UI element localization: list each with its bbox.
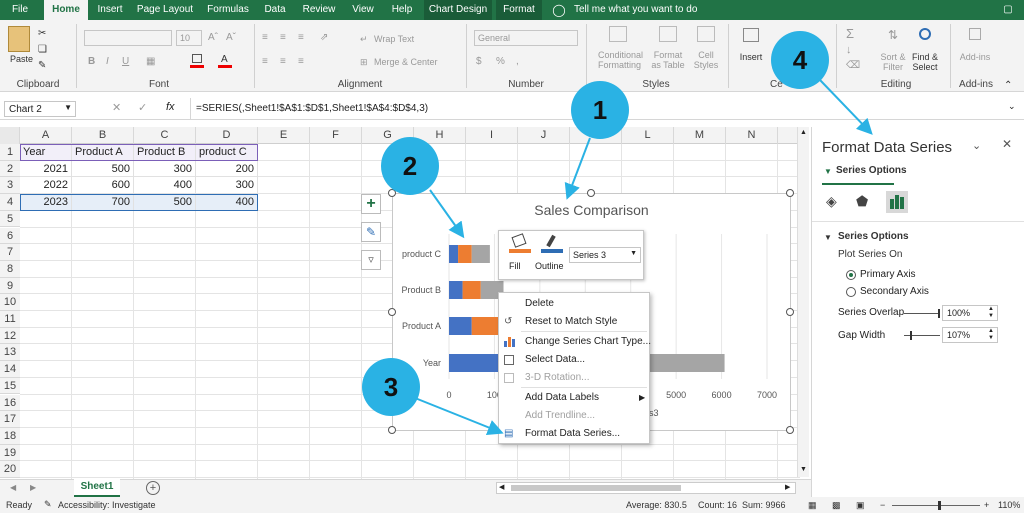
callout-arrows: [414, 79, 873, 435]
callout-arrow: [429, 189, 465, 239]
callout-badge: 1: [571, 81, 629, 139]
callout-badge: 2: [381, 137, 439, 195]
callout-arrow: [414, 397, 504, 435]
callout-badge: 3: [362, 358, 420, 416]
callout-badge: 4: [771, 31, 829, 89]
callout-arrow: [564, 137, 591, 200]
callout-arrow: [819, 79, 873, 135]
